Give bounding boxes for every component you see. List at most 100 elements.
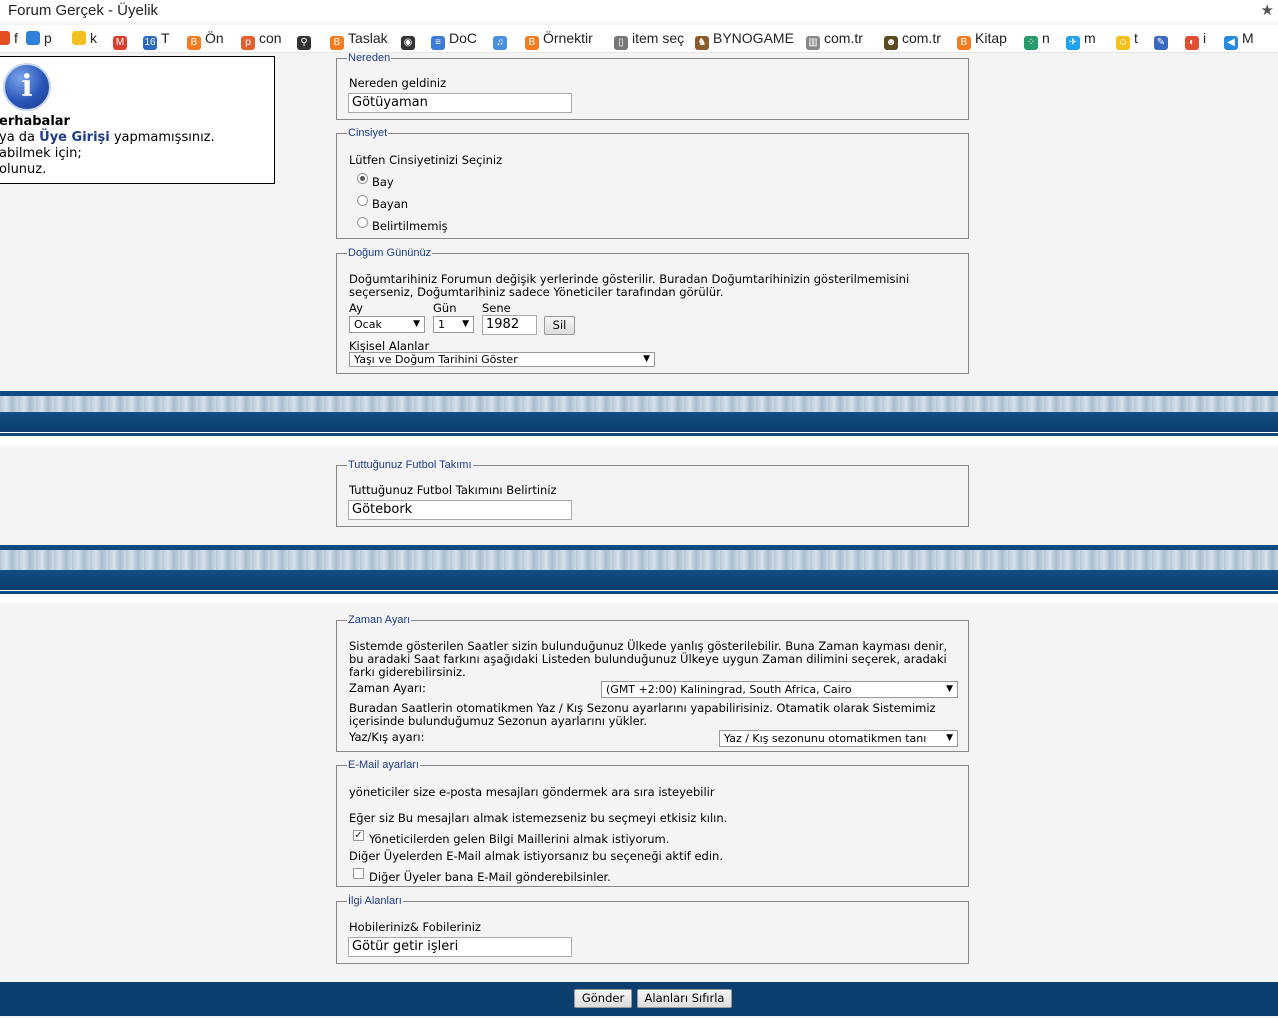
bookmark-favicon-icon: ☻: [884, 36, 898, 50]
fieldset-zaman: Zaman Ayarı Sistemde gösterilen Saatler …: [336, 614, 969, 752]
bookmark-item[interactable]: ♫: [493, 30, 511, 50]
bookmark-item[interactable]: M: [113, 30, 131, 50]
bookmark-favicon-icon: ◀: [1224, 36, 1238, 50]
window-titlebar: Forum Gerçek - Üyelik ★: [0, 0, 1278, 22]
fieldset-cinsiyet: Cinsiyet Lütfen Cinsiyetinizi Seçiniz Ba…: [336, 127, 969, 239]
admin-mail-checkbox[interactable]: ✓: [353, 830, 364, 841]
fieldset-futbol: Tuttuğunuz Futbol Takımı Tuttuğunuz Futb…: [336, 459, 969, 527]
divider-2-pattern: [0, 550, 1278, 570]
bookmark-item[interactable]: B Taslak: [330, 30, 388, 50]
bookmark-favicon-icon: ✎: [1154, 36, 1168, 50]
info-line-3: abilmek için;: [0, 146, 82, 161]
sil-button[interactable]: Sil: [544, 316, 575, 335]
futbol-input[interactable]: Götebork: [348, 500, 572, 520]
login-link[interactable]: Üye Girişi: [39, 130, 110, 145]
dogum-desc-2: seçerseniz, Doğumtarihiniz sadece Yöneti…: [349, 285, 724, 299]
bookmark-label: item seç: [632, 30, 685, 46]
bookmark-item[interactable]: B Örnektir: [525, 30, 593, 50]
radio-belirtilmemis[interactable]: [357, 217, 368, 228]
divider-2-bottom-stripe: [0, 591, 1278, 594]
bookmark-item[interactable]: ☺ t: [1116, 30, 1138, 50]
email-line-3: Diğer Üyelerden E-Mail almak istiyorsanı…: [349, 849, 723, 863]
bookmark-label: t: [1134, 30, 1138, 46]
member-mail-checkbox[interactable]: [353, 868, 364, 879]
zaman-desc-5: içerisinde bulunduğumuz Sezonun ayarları…: [349, 714, 647, 728]
bookmark-label: k: [90, 30, 97, 46]
ay-select[interactable]: Ocak ▼: [349, 316, 425, 333]
legend-zaman: Zaman Ayarı: [348, 614, 411, 626]
ilgi-input[interactable]: Götür getir işleri: [348, 937, 572, 957]
zaman-desc-4: Buradan Saatlerin otomatikmen Yaz / Kış …: [349, 701, 936, 715]
bookmark-item[interactable]: B Kitap: [957, 30, 1007, 50]
bookmark-favicon-icon: p: [241, 36, 255, 50]
bookmark-favicon-icon: B: [330, 36, 344, 50]
ay-select-value: Ocak: [354, 318, 382, 331]
bookmark-favicon-icon: [26, 31, 40, 45]
radio-bayan[interactable]: [357, 195, 368, 206]
bookmark-item[interactable]: ✈ m: [1066, 30, 1096, 50]
fieldset-nereden: Nereden Nereden geldiniz Götüyaman: [336, 52, 969, 120]
bookmark-item[interactable]: 16 T: [143, 30, 170, 50]
bookmark-label: i: [1203, 30, 1207, 46]
zaman-desc-3: farkı giderebilirsiniz.: [349, 665, 466, 679]
gun-dropdown-arrow-icon: ▼: [462, 319, 469, 329]
reset-button[interactable]: Alanları Sıfırla: [637, 989, 732, 1008]
bookmark-label: n: [1042, 30, 1050, 46]
ay-dropdown-arrow-icon: ▼: [413, 319, 420, 329]
sene-input[interactable]: 1982: [482, 315, 537, 335]
bookmark-item[interactable]: ◀ M: [1224, 30, 1254, 50]
divider-1-bar: [0, 412, 1278, 432]
email-line-1: yöneticiler size e-posta mesajları gönde…: [349, 785, 715, 799]
bookmark-label: Kitap: [975, 30, 1007, 46]
gun-select[interactable]: 1 ▼: [433, 316, 474, 333]
bookmark-item[interactable]: ✎: [1154, 30, 1172, 50]
legend-email: E-Mail ayarları: [348, 759, 419, 771]
greeting-text: erhabalar: [0, 114, 70, 129]
bookmark-item[interactable]: k: [72, 30, 97, 46]
kisisel-label: Kişisel Alanlar: [349, 339, 430, 353]
bookmark-item[interactable]: p: [26, 30, 52, 46]
zaman-desc-1: Sistemde gösterilen Saatler sizin bulund…: [349, 639, 948, 653]
bookmark-favicon-icon: ♞: [695, 36, 709, 50]
bookmark-favicon-icon: ⁘: [1024, 36, 1038, 50]
kisisel-select[interactable]: Yaşı ve Doğum Tarihini Göster ▼: [349, 352, 655, 367]
bookmark-item[interactable]: ◉: [401, 30, 419, 50]
sene-label: Sene: [482, 301, 511, 315]
bookmark-item[interactable]: ♞ BYNOGAME: [695, 30, 794, 50]
bookmark-favicon-icon: ♫: [493, 36, 507, 50]
ay-label: Ay: [349, 301, 363, 315]
radio-bay[interactable]: [357, 173, 368, 184]
radio-belirtilmemis-label: Belirtilmemiş: [372, 219, 448, 233]
bookmark-item[interactable]: f: [0, 30, 18, 46]
bookmark-label: M: [1242, 30, 1254, 46]
bookmark-item[interactable]: ⁘ n: [1024, 30, 1050, 50]
bookmark-favicon-icon: B: [525, 36, 539, 50]
bookmark-item[interactable]: ▥ com.tr: [806, 30, 863, 50]
fieldset-ilgi: İlgi Alanları Hobileriniz& Fobileriniz G…: [336, 895, 969, 964]
yazkis-select[interactable]: Yaz / Kış sezonunu otomatikmen tanı ▼: [719, 730, 958, 747]
yazkis-label: Yaz/Kış ayarı:: [349, 730, 425, 744]
bookmark-label: p: [44, 30, 52, 46]
legend-nereden: Nereden: [348, 52, 391, 64]
kisisel-dropdown-arrow-icon: ▼: [643, 354, 650, 364]
bookmark-item[interactable]: ☻ com.tr: [884, 30, 941, 50]
nereden-input[interactable]: Götüyaman: [348, 93, 572, 113]
bookmark-item[interactable]: ⚲: [297, 30, 315, 50]
zaman-ayari-select[interactable]: (GMT +2:00) Kaliningrad, South Africa, C…: [601, 681, 958, 698]
bookmark-favicon-icon: ≡: [431, 36, 445, 50]
bookmark-label: T: [161, 30, 170, 46]
bookmark-favicon-icon: ◐: [1185, 36, 1199, 50]
bookmark-favicon-icon: ⚲: [297, 36, 311, 50]
bookmark-item[interactable]: p con: [241, 30, 282, 50]
bookmark-item[interactable]: ▯ item seç: [614, 30, 684, 50]
bookmark-favicon-icon: ▯: [614, 36, 628, 50]
fieldset-dogum: Doğum Gününüz Doğumtarihiniz Forumun değ…: [336, 247, 969, 374]
bookmark-label: DoC: [449, 30, 478, 46]
bookmark-favicon-icon: [0, 31, 10, 45]
submit-button[interactable]: Gönder: [574, 989, 632, 1008]
bookmark-item[interactable]: ≡ DoC: [431, 30, 477, 50]
bookmark-label: Örnektir: [543, 30, 593, 46]
bookmark-star-icon[interactable]: ★: [1261, 1, 1274, 19]
bookmark-item[interactable]: ◐ i: [1185, 30, 1206, 50]
bookmark-item[interactable]: B Ön: [187, 30, 224, 50]
